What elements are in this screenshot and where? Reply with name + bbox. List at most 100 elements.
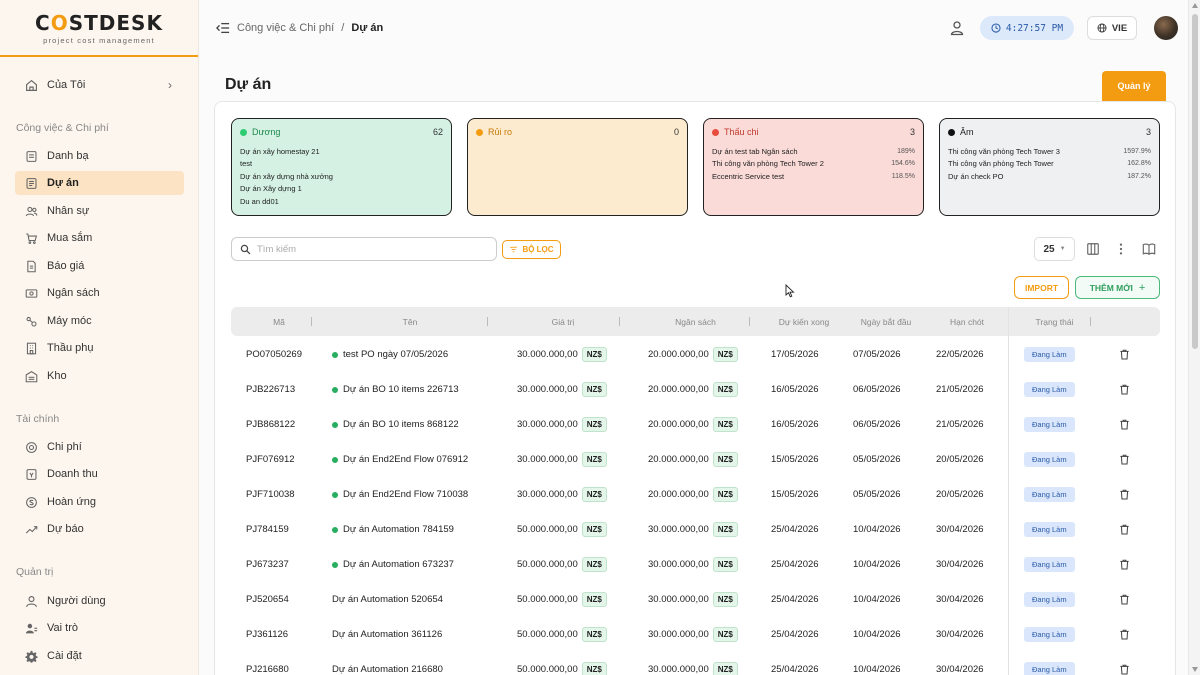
- clock-icon: [991, 23, 1001, 33]
- status-box-item[interactable]: test: [240, 158, 443, 171]
- column-header-name[interactable]: Tên: [327, 307, 493, 336]
- cell-name-text[interactable]: Dự án End2End Flow 076912: [343, 454, 468, 465]
- scroll-up-arrow[interactable]: [1192, 3, 1198, 8]
- cell-name-text[interactable]: Dự án BO 10 items 226713: [343, 384, 459, 395]
- cell-name-text[interactable]: Dự án BO 10 items 868122: [343, 419, 459, 430]
- sidebar-item-du-bao[interactable]: Dự báo: [15, 517, 184, 541]
- page-size-select[interactable]: 25 ▼: [1034, 237, 1075, 261]
- search-input[interactable]: Tìm kiếm: [231, 237, 497, 261]
- sidebar-item-cai-dat[interactable]: Cài đặt: [15, 644, 184, 668]
- status-box-risk[interactable]: Rủi ro 0: [467, 118, 688, 216]
- sidebar-item-nhan-su[interactable]: Nhân sự: [15, 199, 184, 223]
- sidebar-item-danh-ba[interactable]: Danh bạ: [15, 144, 184, 168]
- filter-button[interactable]: BỘ LỌC: [502, 240, 561, 259]
- delete-button[interactable]: [1119, 477, 1130, 512]
- cell-expected: 25/04/2026: [771, 547, 819, 582]
- trash-icon: [1120, 349, 1129, 360]
- delete-button[interactable]: [1119, 407, 1130, 442]
- delete-button[interactable]: [1119, 582, 1130, 617]
- account-icon[interactable]: [950, 20, 966, 36]
- more-vertical-icon[interactable]: [1114, 242, 1128, 256]
- collapse-sidebar-icon[interactable]: [216, 21, 230, 35]
- table-row[interactable]: PJ520654 Dự án Automation 520654 50.000.00…: [231, 582, 1160, 617]
- status-box-item[interactable]: Eccentric Service test 118.5%: [712, 170, 915, 183]
- column-header-status[interactable]: Trạng thái: [1012, 307, 1097, 336]
- status-box-item[interactable]: Thi công văn phòng Tech Tower 162.8%: [948, 158, 1151, 171]
- column-header-start[interactable]: Ngày bắt đầu: [850, 307, 922, 336]
- language-selector[interactable]: VIE: [1087, 16, 1137, 40]
- sidebar-item-du-an[interactable]: Dự án: [15, 171, 184, 195]
- delete-button[interactable]: [1119, 442, 1130, 477]
- cell-name-text[interactable]: Dự án Automation 673237: [343, 559, 454, 570]
- sidebar-item-cua-toi[interactable]: Của Tôi ›: [15, 73, 184, 97]
- sidebar-item-bao-gia[interactable]: Báo giá: [15, 254, 184, 278]
- status-box-item[interactable]: Dự án test tab Ngân sách 189%: [712, 145, 915, 158]
- cell-value-text: 50.000.000,00: [517, 524, 578, 535]
- currency-badge: NZ$: [581, 382, 607, 397]
- table-row[interactable]: PJ216680 Dự án Automation 216680 50.000.00…: [231, 652, 1160, 675]
- delete-button[interactable]: [1119, 652, 1130, 675]
- cell-code: PJ520654: [246, 582, 289, 617]
- columns-icon[interactable]: [1086, 242, 1100, 256]
- column-header-deadline[interactable]: Hạn chót: [922, 307, 1012, 336]
- sidebar-item-nguoi-dung[interactable]: Người dùng: [15, 589, 184, 613]
- cell-name-text[interactable]: Dự án Automation 520654: [332, 594, 443, 605]
- book-icon[interactable]: [1142, 242, 1156, 256]
- delete-button[interactable]: [1119, 372, 1130, 407]
- sidebar-item-may-moc[interactable]: Máy móc: [15, 309, 184, 333]
- cell-budget-text: 30.000.000,00: [648, 664, 709, 675]
- cell-name-text[interactable]: Dự án Automation 784159: [343, 524, 454, 535]
- manage-button[interactable]: Quản lý: [1102, 71, 1166, 101]
- import-button[interactable]: IMPORT: [1014, 276, 1069, 299]
- table-row[interactable]: PJ784159 Dự án Automation 784159 50.000.00…: [231, 512, 1160, 547]
- table-row[interactable]: PJ361126 Dự án Automation 361126 50.000.00…: [231, 617, 1160, 652]
- status-box-item[interactable]: Dự án xây homestay 21: [240, 145, 443, 158]
- column-header-expected[interactable]: Dự kiến xong: [758, 307, 850, 336]
- table-row[interactable]: PO07050269 test PO ngày 07/05/2026 30.000.…: [231, 337, 1160, 372]
- sidebar-item-thau-phu[interactable]: Thầu phụ: [15, 336, 184, 360]
- cell-name-text[interactable]: Dự án Automation 216680: [332, 664, 443, 675]
- table-row[interactable]: PJF710038 Dự án End2End Flow 710038 30.000…: [231, 477, 1160, 512]
- sidebar-item-hoan-ung[interactable]: Hoàn ứng: [15, 490, 184, 514]
- table-row[interactable]: PJB226713 Dự án BO 10 items 226713 30.000.…: [231, 372, 1160, 407]
- status-box-item[interactable]: Dự án check PO 187.2%: [948, 170, 1151, 183]
- status-box-item[interactable]: Thi công văn phòng Tech Tower 3 1597.9%: [948, 145, 1151, 158]
- column-header-code[interactable]: Mã: [231, 307, 327, 336]
- status-box-item[interactable]: Thi công văn phòng Tech Tower 2 154.6%: [712, 158, 915, 171]
- cell-name-text[interactable]: Dự án End2End Flow 710038: [343, 489, 468, 500]
- scroll-down-arrow[interactable]: [1192, 667, 1198, 672]
- sidebar-item-doanh-thu[interactable]: Doanh thu: [15, 462, 184, 486]
- table-row[interactable]: PJB868122 Dự án BO 10 items 868122 30.000.…: [231, 407, 1160, 442]
- sidebar-item-mua-sam[interactable]: Mua sắm: [15, 226, 184, 250]
- delete-button[interactable]: [1119, 512, 1130, 547]
- status-box-negative[interactable]: Âm 3 Thi công văn phòng Tech Tower 3 1597.…: [939, 118, 1160, 216]
- column-header-budget[interactable]: Ngân sách: [633, 307, 758, 336]
- delete-button[interactable]: [1119, 547, 1130, 582]
- sidebar-item-chi-phi[interactable]: Chi phí: [15, 435, 184, 459]
- status-box-overdraft[interactable]: Thấu chi 3 Dự án test tab Ngân sách 189% T…: [703, 118, 924, 216]
- add-new-button[interactable]: THÊM MỚI +: [1075, 276, 1160, 299]
- table-row[interactable]: PJF076912 Dự án End2End Flow 076912 30.000…: [231, 442, 1160, 477]
- scroll-thumb[interactable]: [1192, 14, 1198, 349]
- sidebar-item-kho[interactable]: Kho: [15, 364, 184, 388]
- trash-icon: [1120, 594, 1129, 605]
- cell-value-text: 30.000.000,00: [517, 349, 578, 360]
- cell-deadline: 22/05/2026: [936, 337, 984, 372]
- breadcrumb-parent[interactable]: Công việc & Chi phí: [237, 22, 334, 34]
- scrollbar[interactable]: [1188, 0, 1200, 675]
- cell-name-text[interactable]: Dự án Automation 361126: [332, 629, 442, 640]
- sidebar-item-vai-tro[interactable]: Vai trò: [15, 616, 184, 640]
- table-row[interactable]: PJ673237 Dự án Automation 673237 50.000.00…: [231, 547, 1160, 582]
- status-box-positive[interactable]: Dương 62 Dự án xây homestay 21 test Dự án…: [231, 118, 452, 216]
- column-header-value[interactable]: Giá trị: [493, 307, 633, 336]
- sidebar-item-ngan-sach[interactable]: Ngân sách: [15, 281, 184, 305]
- status-box-item[interactable]: Du an dd01: [240, 195, 443, 208]
- status-box-item[interactable]: Dự án xây dựng nhà xưởng: [240, 170, 443, 183]
- avatar[interactable]: [1154, 16, 1178, 40]
- cell-name-text[interactable]: test PO ngày 07/05/2026: [343, 349, 448, 360]
- status-box-item[interactable]: Dự án Xây dựng 1: [240, 183, 443, 196]
- delete-button[interactable]: [1119, 337, 1130, 372]
- logo[interactable]: COSTDESK project cost management: [0, 0, 198, 57]
- delete-button[interactable]: [1119, 617, 1130, 652]
- search-placeholder: Tìm kiếm: [257, 243, 297, 255]
